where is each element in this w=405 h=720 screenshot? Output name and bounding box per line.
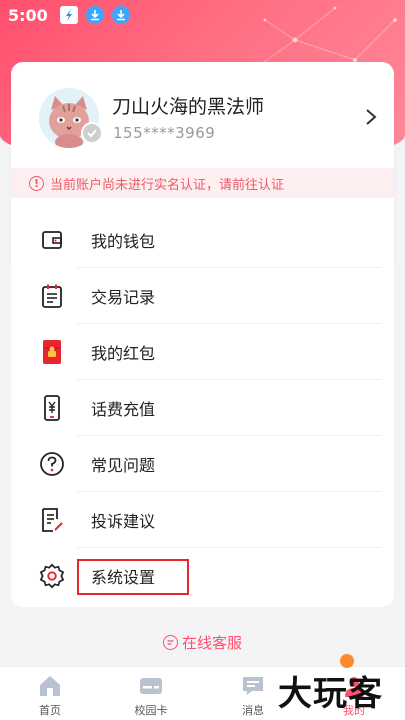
settings-highlight-box	[77, 559, 189, 595]
online-service-link[interactable]: 在线客服	[0, 632, 405, 653]
menu-item-phone-recharge[interactable]: 话费充值	[11, 380, 394, 436]
menu-item-label: 我的红包	[91, 344, 156, 363]
tab-label: 校园卡	[134, 704, 168, 717]
phone-number: 155****3969	[113, 124, 216, 142]
wallet-icon	[39, 227, 65, 253]
menu-item-label: 投诉建议	[91, 512, 156, 531]
status-time: 5:00	[8, 5, 48, 25]
red-envelope-icon	[39, 339, 65, 365]
message-icon	[243, 677, 263, 695]
menu-item-transactions[interactable]: 交易记录	[11, 268, 394, 324]
chevron-right-icon[interactable]	[363, 107, 379, 127]
question-icon	[39, 451, 65, 477]
real-name-notice[interactable]: ! 当前账户尚未进行实名认证，请前往认证	[11, 168, 394, 198]
watermark: 大玩客	[278, 674, 383, 714]
tab-home[interactable]: 首页	[15, 673, 85, 718]
online-service-label: 在线客服	[181, 634, 242, 652]
menu-item-label: 我的钱包	[91, 232, 156, 251]
gear-icon	[39, 563, 65, 589]
feedback-icon	[39, 507, 65, 533]
transaction-record-icon	[39, 283, 65, 309]
chat-icon	[162, 635, 178, 650]
notice-text: 当前账户尚未进行实名认证，请前往认证	[50, 177, 285, 193]
menu-item-wallet[interactable]: 我的钱包	[11, 212, 394, 268]
verified-badge-icon	[81, 122, 103, 144]
menu-card: 我的钱包 交易记录 我的红包 话费充值 常见问题 投诉建议 系统设置	[11, 211, 394, 607]
menu-item-label: 话费充值	[91, 400, 156, 419]
menu-item-red-envelope[interactable]: 我的红包	[11, 324, 394, 380]
menu-item-label: 交易记录	[91, 288, 156, 307]
alert-icon: !	[29, 175, 44, 191]
home-icon	[40, 676, 60, 696]
card-icon	[140, 678, 162, 694]
download-icon	[111, 6, 130, 24]
menu-item-faq[interactable]: 常见问题	[11, 436, 394, 492]
phone-recharge-icon	[39, 395, 65, 421]
menu-item-label: 常见问题	[91, 456, 156, 475]
tab-campus-card[interactable]: 校园卡	[116, 673, 186, 718]
app-notification-icon	[59, 6, 78, 24]
menu-item-feedback[interactable]: 投诉建议	[11, 492, 394, 548]
tab-label: 消息	[242, 704, 264, 717]
download-icon	[85, 6, 104, 24]
tab-label: 首页	[39, 704, 61, 717]
menu-item-settings[interactable]: 系统设置	[11, 548, 394, 604]
status-bar: 5:00	[0, 0, 405, 30]
username: 刀山火海的黑法师	[112, 96, 265, 118]
